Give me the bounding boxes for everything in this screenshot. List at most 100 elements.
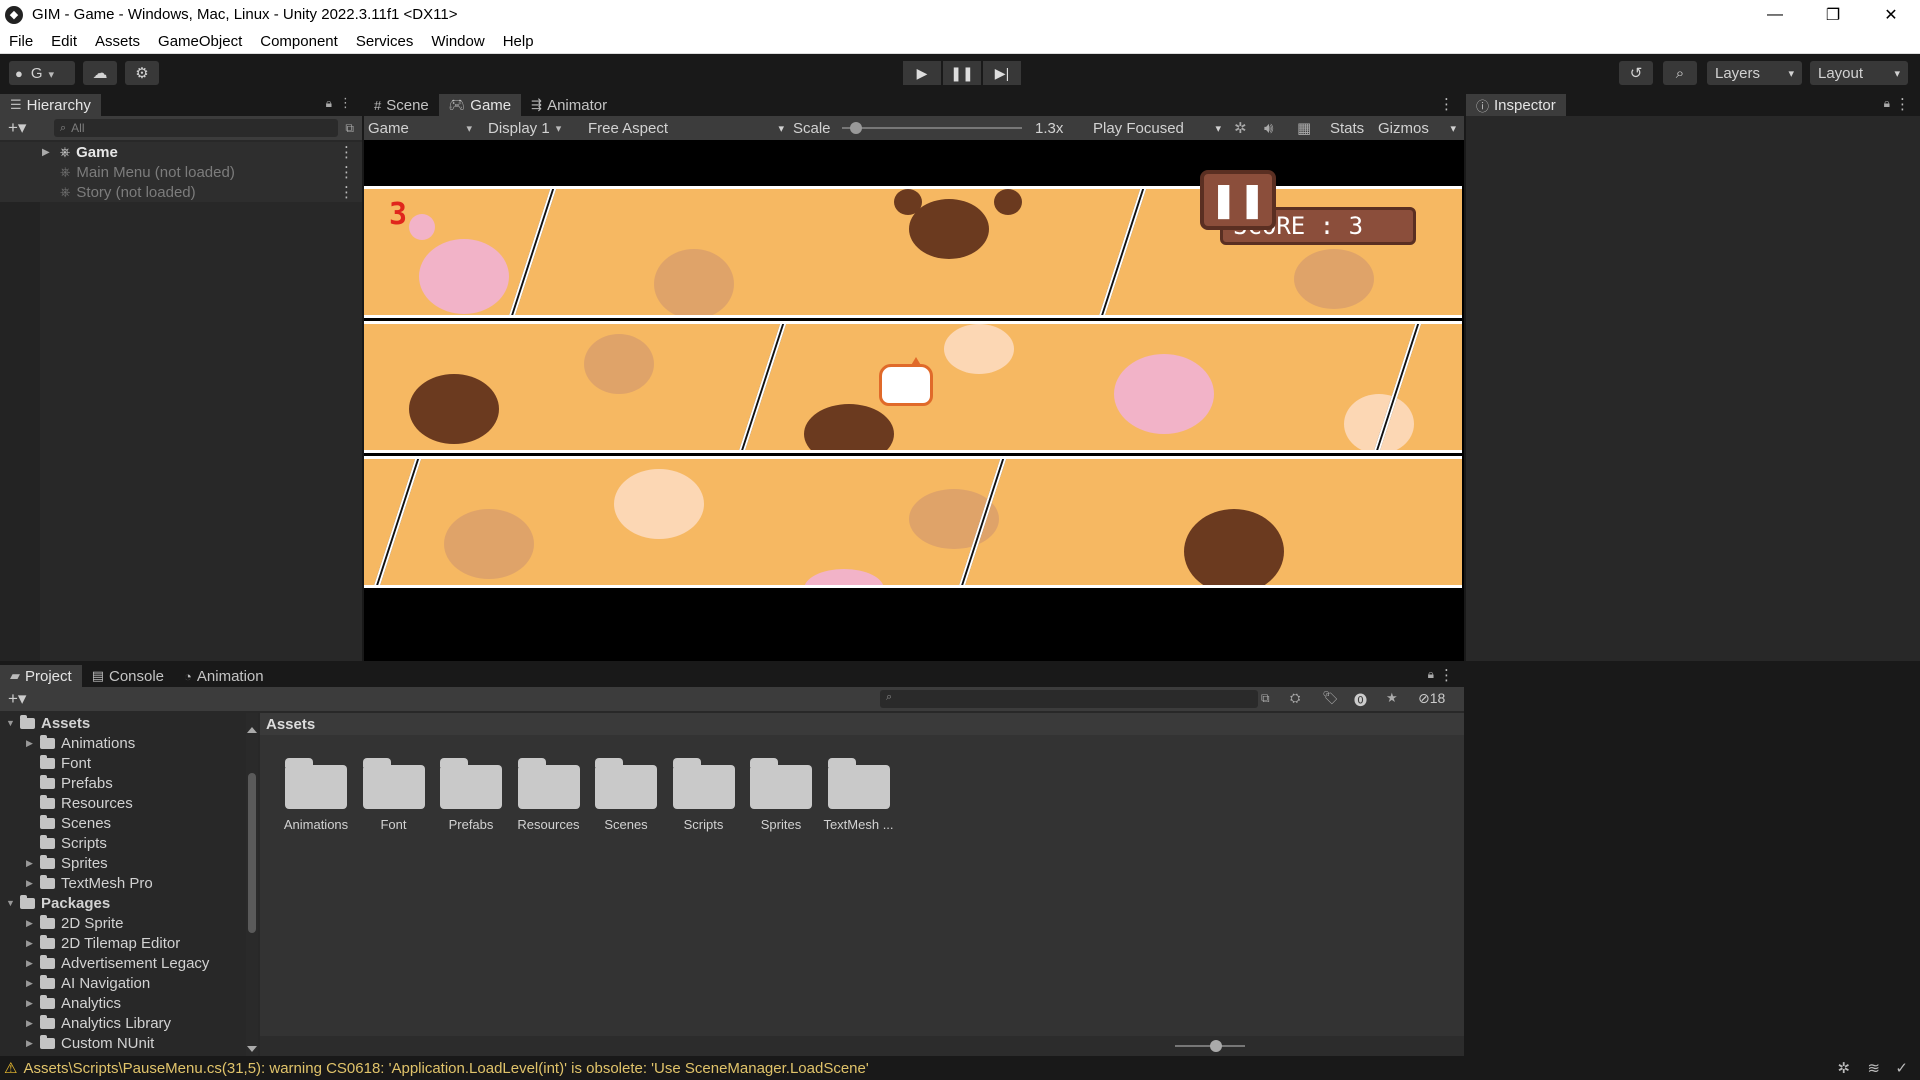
menu-component[interactable]: Component (251, 33, 347, 50)
tab-inspector[interactable]: ⓘ Inspector (1466, 94, 1566, 116)
add-icon[interactable]: +▾ (8, 689, 26, 709)
pause-button[interactable]: ❚❚ (943, 61, 981, 85)
game-mode-dropdown[interactable]: Game (368, 116, 472, 140)
collab-button[interactable]: ⚙ (125, 61, 159, 85)
tree-item[interactable]: Scripts (0, 833, 240, 853)
menu-file[interactable]: File (0, 33, 42, 50)
asset-folder[interactable]: Font (350, 758, 438, 832)
expand-arrow-icon[interactable]: ▶ (26, 878, 40, 889)
audio-icon[interactable]: 🔊︎ (1264, 116, 1273, 140)
layout-dropdown[interactable]: Layout ▾ (1810, 61, 1908, 85)
stats-button[interactable]: Stats (1330, 116, 1364, 140)
menu-edit[interactable]: Edit (42, 33, 86, 50)
filter-type-icon[interactable]: ⛭ (1290, 690, 1300, 706)
breadcrumb[interactable]: Assets (260, 713, 1464, 735)
asset-folder[interactable]: Sprites (737, 758, 825, 832)
game-viewport[interactable]: 3 SCORE : 3 ❚❚ (364, 140, 1464, 661)
kebab-menu-icon[interactable]: ⋮ (1439, 666, 1454, 684)
progress-icon[interactable]: ≋ (1867, 1059, 1880, 1077)
scale-slider[interactable] (842, 116, 1030, 140)
asset-folder[interactable]: Animations (272, 758, 360, 832)
star-icon[interactable]: ★ (1386, 690, 1398, 706)
scene-search-icon[interactable]: ⧉ (1261, 691, 1270, 706)
tree-item[interactable]: Prefabs (0, 773, 240, 793)
tree-item[interactable]: Font (0, 753, 240, 773)
kebab-menu-icon[interactable]: ⋮ (339, 183, 354, 201)
project-search-input[interactable]: ⌕ (880, 690, 1258, 708)
display-dropdown[interactable]: Display 1 (488, 116, 584, 140)
tab-project[interactable]: ▰ Project (0, 665, 82, 687)
asset-folder[interactable]: Prefabs (427, 758, 515, 832)
lock-icon[interactable]: 🔒︎ (1884, 96, 1890, 111)
tree-item[interactable]: Resources (0, 793, 240, 813)
menu-window[interactable]: Window (422, 33, 493, 50)
tree-item[interactable]: ▶ AI Navigation (0, 973, 240, 993)
tree-scroll-thumb[interactable] (248, 773, 256, 933)
kebab-menu-icon[interactable]: ⋮ (1895, 95, 1910, 113)
scene-search-icon[interactable]: ⧉ (345, 121, 354, 136)
label-icon[interactable]: 🏷︎ (1322, 690, 1339, 706)
tree-scrollbar[interactable] (246, 713, 258, 1056)
kebab-menu-icon[interactable]: ⋮ (1439, 95, 1454, 113)
kebab-menu-icon[interactable]: ⋮ (339, 95, 352, 111)
kebab-menu-icon[interactable]: ⋮ (339, 143, 354, 161)
tree-item[interactable]: ▼ Assets (0, 713, 240, 733)
menu-assets[interactable]: Assets (86, 33, 149, 50)
play-button[interactable]: ▶ (903, 61, 941, 85)
tree-item[interactable]: ▶ 2D Sprite (0, 913, 240, 933)
hierarchy-item-story[interactable]: ⎈ Story (not loaded) ⋮ (0, 182, 362, 202)
expand-arrow-icon[interactable]: ▶ (26, 1038, 40, 1049)
expand-arrow-icon[interactable]: ▶ (26, 998, 40, 1009)
scroll-up-icon[interactable] (247, 727, 257, 733)
icon-size-slider[interactable] (1175, 1040, 1245, 1052)
pause-game-button[interactable]: ❚❚ (1200, 170, 1276, 230)
expand-arrow-icon[interactable]: ▶ (26, 858, 40, 869)
tree-item[interactable]: ▶ Analytics Library (0, 1013, 240, 1033)
tree-item[interactable]: ▶ TextMesh Pro (0, 873, 240, 893)
status-bar[interactable]: ⚠ Assets\Scripts\PauseMenu.cs(31,5): war… (0, 1056, 1920, 1080)
tree-item[interactable]: Scenes (0, 813, 240, 833)
icon-size-slider-knob[interactable] (1209, 1040, 1222, 1052)
debug-icon[interactable]: ✲ (1837, 1059, 1850, 1077)
play-focused-dropdown[interactable]: Play Focused ▾ (1093, 116, 1223, 140)
tree-item[interactable]: ▶ Sprites (0, 853, 240, 873)
stats-grid-icon[interactable]: ▦ (1297, 116, 1311, 140)
history-button[interactable]: ↺ (1619, 61, 1653, 85)
tree-item[interactable]: ▶ Analytics (0, 993, 240, 1013)
restore-icon[interactable]: ❐ (1804, 0, 1862, 29)
expand-arrow-icon[interactable]: ▶ (26, 958, 40, 969)
scale-slider-knob[interactable] (850, 122, 863, 134)
menu-services[interactable]: Services (347, 33, 423, 50)
search-button[interactable]: ⌕ (1663, 61, 1697, 85)
tree-item[interactable]: ▼ Packages (0, 893, 240, 913)
asset-folder[interactable]: Scripts (660, 758, 748, 832)
kebab-menu-icon[interactable]: ⋮ (339, 163, 354, 181)
add-icon[interactable]: +▾ (8, 118, 26, 138)
minimize-icon[interactable]: — (1746, 0, 1804, 29)
tab-console[interactable]: ▤ Console (82, 665, 174, 687)
warning-filter-icon[interactable]: ⓿ (1354, 690, 1367, 709)
hierarchy-item-main-menu[interactable]: ⎈ Main Menu (not loaded) ⋮ (0, 162, 362, 182)
tree-item[interactable]: ▶ Advertisement Legacy (0, 953, 240, 973)
menu-gameobject[interactable]: GameObject (149, 33, 251, 50)
expand-arrow-icon[interactable]: ▶ (26, 738, 40, 749)
hierarchy-search-input[interactable]: ⌕ All (54, 119, 338, 137)
tree-item[interactable]: ▶ Animations (0, 733, 240, 753)
asset-folder[interactable]: TextMesh ... (815, 758, 903, 832)
expand-arrow-down-icon[interactable]: ▼ (6, 718, 20, 728)
expand-arrow-icon[interactable]: ▶ (26, 918, 40, 929)
layers-dropdown[interactable]: Layers ▾ (1707, 61, 1802, 85)
asset-folder[interactable]: Scenes (582, 758, 670, 832)
lock-icon[interactable]: 🔒︎ (1428, 667, 1434, 682)
tab-scene[interactable]: # Scene (364, 94, 439, 116)
asset-folder[interactable]: Resources (505, 758, 593, 832)
scroll-down-icon[interactable] (247, 1046, 257, 1052)
gizmos-dropdown[interactable]: Gizmos ▾ (1378, 116, 1458, 140)
hidden-packages-button[interactable]: ⊘18 (1418, 690, 1445, 707)
bug-icon[interactable]: ✲ (1234, 116, 1247, 140)
expand-arrow-icon[interactable]: ▶ (42, 147, 50, 158)
tab-animation[interactable]: ◔ Animation (174, 665, 274, 687)
tab-hierarchy[interactable]: ☰ Hierarchy (0, 94, 101, 116)
tab-animator[interactable]: ⇶ Animator (521, 94, 617, 116)
cloud-button[interactable]: ☁ (83, 61, 117, 85)
